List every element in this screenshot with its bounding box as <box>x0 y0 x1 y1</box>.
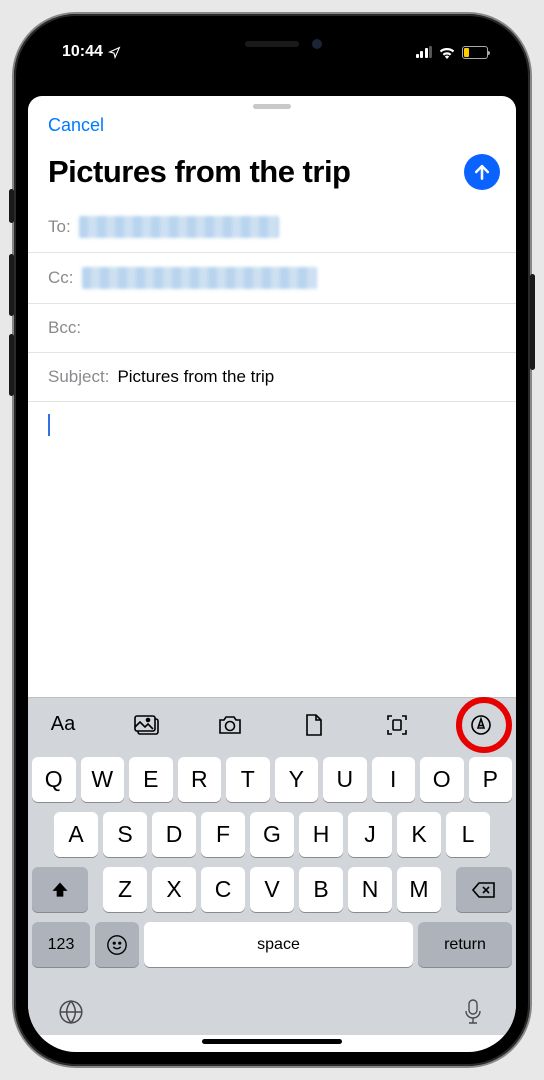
key-q[interactable]: Q <box>32 757 76 802</box>
shift-icon <box>50 880 70 900</box>
document-icon <box>304 713 324 737</box>
key-u[interactable]: U <box>323 757 367 802</box>
cc-field[interactable]: Cc: <box>28 253 516 304</box>
globe-icon <box>58 999 84 1025</box>
location-arrow-icon <box>108 46 121 59</box>
photos-icon <box>133 714 161 736</box>
key-z[interactable]: Z <box>103 867 147 912</box>
key-g[interactable]: G <box>250 812 294 857</box>
key-i[interactable]: I <box>372 757 416 802</box>
text-format-button[interactable]: Aa <box>46 708 80 742</box>
emoji-key[interactable] <box>95 922 139 967</box>
key-m[interactable]: M <box>397 867 441 912</box>
document-button[interactable] <box>297 708 331 742</box>
bcc-label: Bcc: <box>48 318 81 338</box>
key-n[interactable]: N <box>348 867 392 912</box>
battery-icon <box>462 46 488 59</box>
keyboard-row-1: QWERTYUIOP <box>32 757 512 802</box>
key-d[interactable]: D <box>152 812 196 857</box>
key-t[interactable]: T <box>226 757 270 802</box>
markup-button[interactable] <box>464 708 498 742</box>
key-j[interactable]: J <box>348 812 392 857</box>
cc-label: Cc: <box>48 268 74 288</box>
space-key[interactable]: space <box>144 922 413 967</box>
home-indicator[interactable] <box>202 1039 342 1044</box>
camera-button[interactable] <box>213 708 247 742</box>
camera-icon <box>217 714 243 736</box>
keyboard-bottom-bar <box>28 973 516 1035</box>
key-e[interactable]: E <box>129 757 173 802</box>
compose-sheet: Cancel Pictures from the trip To: Cc: Bc… <box>28 96 516 1052</box>
send-button[interactable] <box>464 154 500 190</box>
scan-icon <box>385 713 409 737</box>
status-time: 10:44 <box>62 43 103 61</box>
backspace-icon <box>472 881 496 899</box>
key-s[interactable]: S <box>103 812 147 857</box>
keyboard-row-3: ZXCVBNM <box>32 867 512 912</box>
keyboard-accessory-bar: Aa <box>28 697 516 751</box>
to-label: To: <box>48 217 71 237</box>
message-body[interactable] <box>28 402 516 697</box>
text-cursor <box>48 414 50 436</box>
key-l[interactable]: L <box>446 812 490 857</box>
arrow-up-icon <box>472 162 492 182</box>
bcc-field[interactable]: Bcc: <box>28 304 516 353</box>
key-x[interactable]: X <box>152 867 196 912</box>
backspace-key[interactable] <box>456 867 512 912</box>
photos-button[interactable] <box>130 708 164 742</box>
keyboard: QWERTYUIOP ASDFGHJKL ZXCVBNM 123 <box>28 751 516 973</box>
wifi-icon <box>438 46 456 59</box>
numeric-key[interactable]: 123 <box>32 922 90 967</box>
subject-value: Pictures from the trip <box>117 367 274 387</box>
key-y[interactable]: Y <box>275 757 319 802</box>
subject-field[interactable]: Subject: Pictures from the trip <box>28 353 516 402</box>
key-h[interactable]: H <box>299 812 343 857</box>
key-w[interactable]: W <box>81 757 125 802</box>
key-k[interactable]: K <box>397 812 441 857</box>
compose-title: Pictures from the trip <box>48 156 351 189</box>
to-field[interactable]: To: <box>28 202 516 253</box>
shift-key[interactable] <box>32 867 88 912</box>
scan-button[interactable] <box>380 708 414 742</box>
key-r[interactable]: R <box>178 757 222 802</box>
cellular-signal-icon <box>416 46 433 58</box>
phone-frame: 10:44 Cancel Pictures from the trip <box>14 14 530 1066</box>
key-f[interactable]: F <box>201 812 245 857</box>
screen: 10:44 Cancel Pictures from the trip <box>28 28 516 1052</box>
return-key[interactable]: return <box>418 922 512 967</box>
to-value-redacted <box>79 216 279 238</box>
cc-value-redacted <box>82 267 317 289</box>
key-v[interactable]: V <box>250 867 294 912</box>
dictation-key[interactable] <box>458 997 488 1027</box>
emoji-icon <box>106 934 128 956</box>
keyboard-row-4: 123 space return <box>32 922 512 967</box>
subject-label: Subject: <box>48 367 109 387</box>
markup-icon <box>469 713 493 737</box>
key-o[interactable]: O <box>420 757 464 802</box>
key-p[interactable]: P <box>469 757 513 802</box>
key-b[interactable]: B <box>299 867 343 912</box>
key-a[interactable]: A <box>54 812 98 857</box>
key-c[interactable]: C <box>201 867 245 912</box>
notch <box>162 28 382 60</box>
keyboard-row-2: ASDFGHJKL <box>32 812 512 857</box>
cancel-button[interactable]: Cancel <box>48 115 104 136</box>
globe-key[interactable] <box>56 997 86 1027</box>
microphone-icon <box>462 998 484 1026</box>
